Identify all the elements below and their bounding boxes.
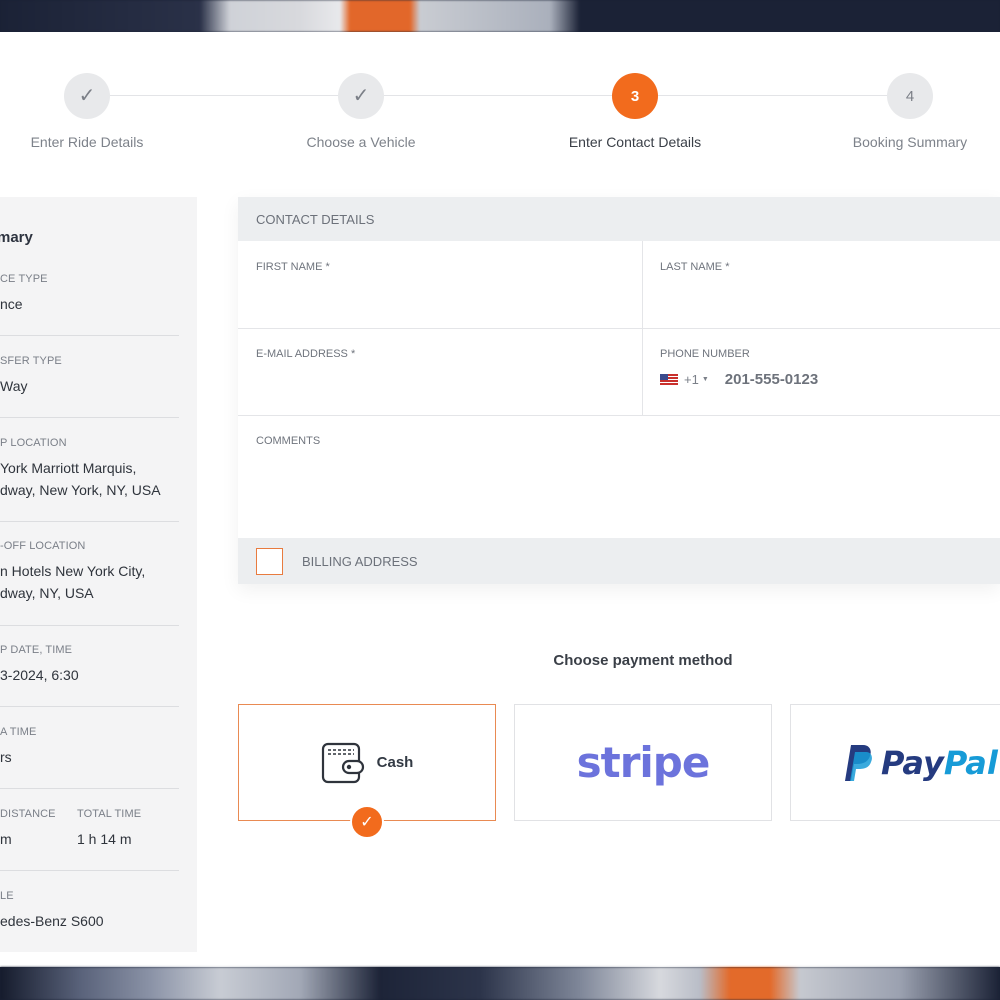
step-label: Booking Summary (852, 134, 968, 150)
booking-page: ✓ Enter Ride Details ✓ Choose a Vehicle … (0, 32, 1000, 967)
step-label: Enter Contact Details (568, 134, 702, 150)
step-booking-summary[interactable]: 4 Booking Summary (800, 73, 1000, 150)
cash-label: Cash (376, 754, 414, 771)
step-label: Enter Ride Details (30, 134, 144, 150)
phone-input[interactable]: 201-555-0123 (725, 371, 818, 388)
summary-value: Way (0, 378, 28, 394)
summary-label: P LOCATION (0, 437, 67, 449)
summary-item-pickup-date-time: P DATE, TIME 3-2024, 6:30 (0, 644, 179, 707)
step-number-badge: 3 (612, 73, 658, 119)
paypal-p-icon (845, 744, 872, 781)
summary-label: A TIME (0, 726, 37, 738)
billing-address-checkbox[interactable] (256, 547, 283, 575)
summary-label: -OFF LOCATION (0, 540, 86, 552)
step-label: Choose a Vehicle (306, 134, 416, 150)
email-field[interactable]: E-MAIL ADDRESS * (238, 328, 643, 416)
step-number-badge: 4 (887, 73, 933, 119)
step-done-check-icon: ✓ (338, 73, 384, 119)
first-name-label: FIRST NAME (256, 261, 323, 273)
ride-summary-sidebar: mary CE TYPE nce SFER TYPE Way P LOCATIO… (0, 197, 197, 952)
summary-label: P DATE, TIME (0, 644, 73, 656)
wallet-icon (321, 742, 364, 783)
last-name-field[interactable]: LAST NAME * (642, 241, 1000, 329)
summary-label: LE (0, 890, 14, 902)
summary-title: mary (0, 229, 33, 246)
payment-method-title: Choose payment method (553, 652, 733, 669)
summary-item-transfer-type: SFER TYPE Way (0, 355, 179, 418)
billing-address-row: BILLING ADDRESS (238, 538, 1000, 584)
payment-option-paypal[interactable]: PayPal (790, 704, 1000, 821)
step-enter-ride-details[interactable]: ✓ Enter Ride Details (0, 73, 197, 150)
summary-label: SFER TYPE (0, 355, 62, 367)
summary-item-vehicle: LE edes-Benz S600 (0, 890, 179, 952)
paypal-logo: PayPal (881, 743, 998, 782)
step-choose-vehicle[interactable]: ✓ Choose a Vehicle (251, 73, 471, 150)
comments-field[interactable]: COMMENTS (238, 415, 1000, 539)
email-label: E-MAIL ADDRESS (256, 348, 348, 360)
caret-down-icon[interactable]: ▼ (702, 376, 709, 383)
first-name-field[interactable]: FIRST NAME * (238, 241, 643, 329)
dial-code-select[interactable]: +1 (684, 372, 699, 387)
summary-item-extra-time: A TIME rs (0, 726, 179, 789)
phone-field: PHONE NUMBER +1 ▼ 201-555-0123 (642, 328, 1000, 416)
selected-check-icon: ✓ (350, 805, 384, 839)
phone-label: PHONE NUMBER (660, 348, 750, 360)
background-screenshot-strip-top (0, 0, 1000, 32)
summary-value: rs (0, 749, 12, 765)
stripe-logo: stripe (576, 738, 711, 787)
step-done-check-icon: ✓ (64, 73, 110, 119)
background-screenshot-strip-bottom (0, 967, 1000, 1000)
summary-value: edes-Benz S600 (0, 913, 104, 929)
step-enter-contact-details[interactable]: 3 Enter Contact Details (525, 73, 745, 150)
summary-item-dropoff-location: -OFF LOCATION n Hotels New York City, dw… (0, 540, 179, 626)
summary-total-time: TOTAL TIME 1 h 14 m (77, 808, 142, 847)
contact-details-header: CONTACT DETAILS (238, 197, 1000, 241)
summary-value: York Marriott Marquis, dway, New York, N… (0, 460, 161, 498)
comments-label: COMMENTS (256, 435, 321, 447)
summary-value: n Hotels New York City, dway, NY, USA (0, 563, 146, 601)
us-flag-icon[interactable] (660, 373, 678, 386)
summary-value: nce (0, 296, 23, 312)
summary-item-pickup-location: P LOCATION York Marriott Marquis, dway, … (0, 437, 179, 522)
summary-item-distance-time: DISTANCE m TOTAL TIME 1 h 14 m (0, 808, 179, 871)
summary-distance: DISTANCE m (0, 808, 56, 847)
summary-label: CE TYPE (0, 273, 48, 285)
last-name-label: LAST NAME (660, 261, 723, 273)
summary-item-service-type: CE TYPE nce (0, 273, 179, 336)
payment-option-cash[interactable]: Cash ✓ (238, 704, 496, 839)
payment-option-stripe[interactable]: stripe (514, 704, 772, 821)
stepper-progress-line (87, 95, 910, 96)
contact-details-form: CONTACT DETAILS FIRST NAME * LAST NAME *… (238, 197, 1000, 584)
summary-value: 3-2024, 6:30 (0, 667, 79, 683)
billing-address-label: BILLING ADDRESS (302, 553, 418, 569)
